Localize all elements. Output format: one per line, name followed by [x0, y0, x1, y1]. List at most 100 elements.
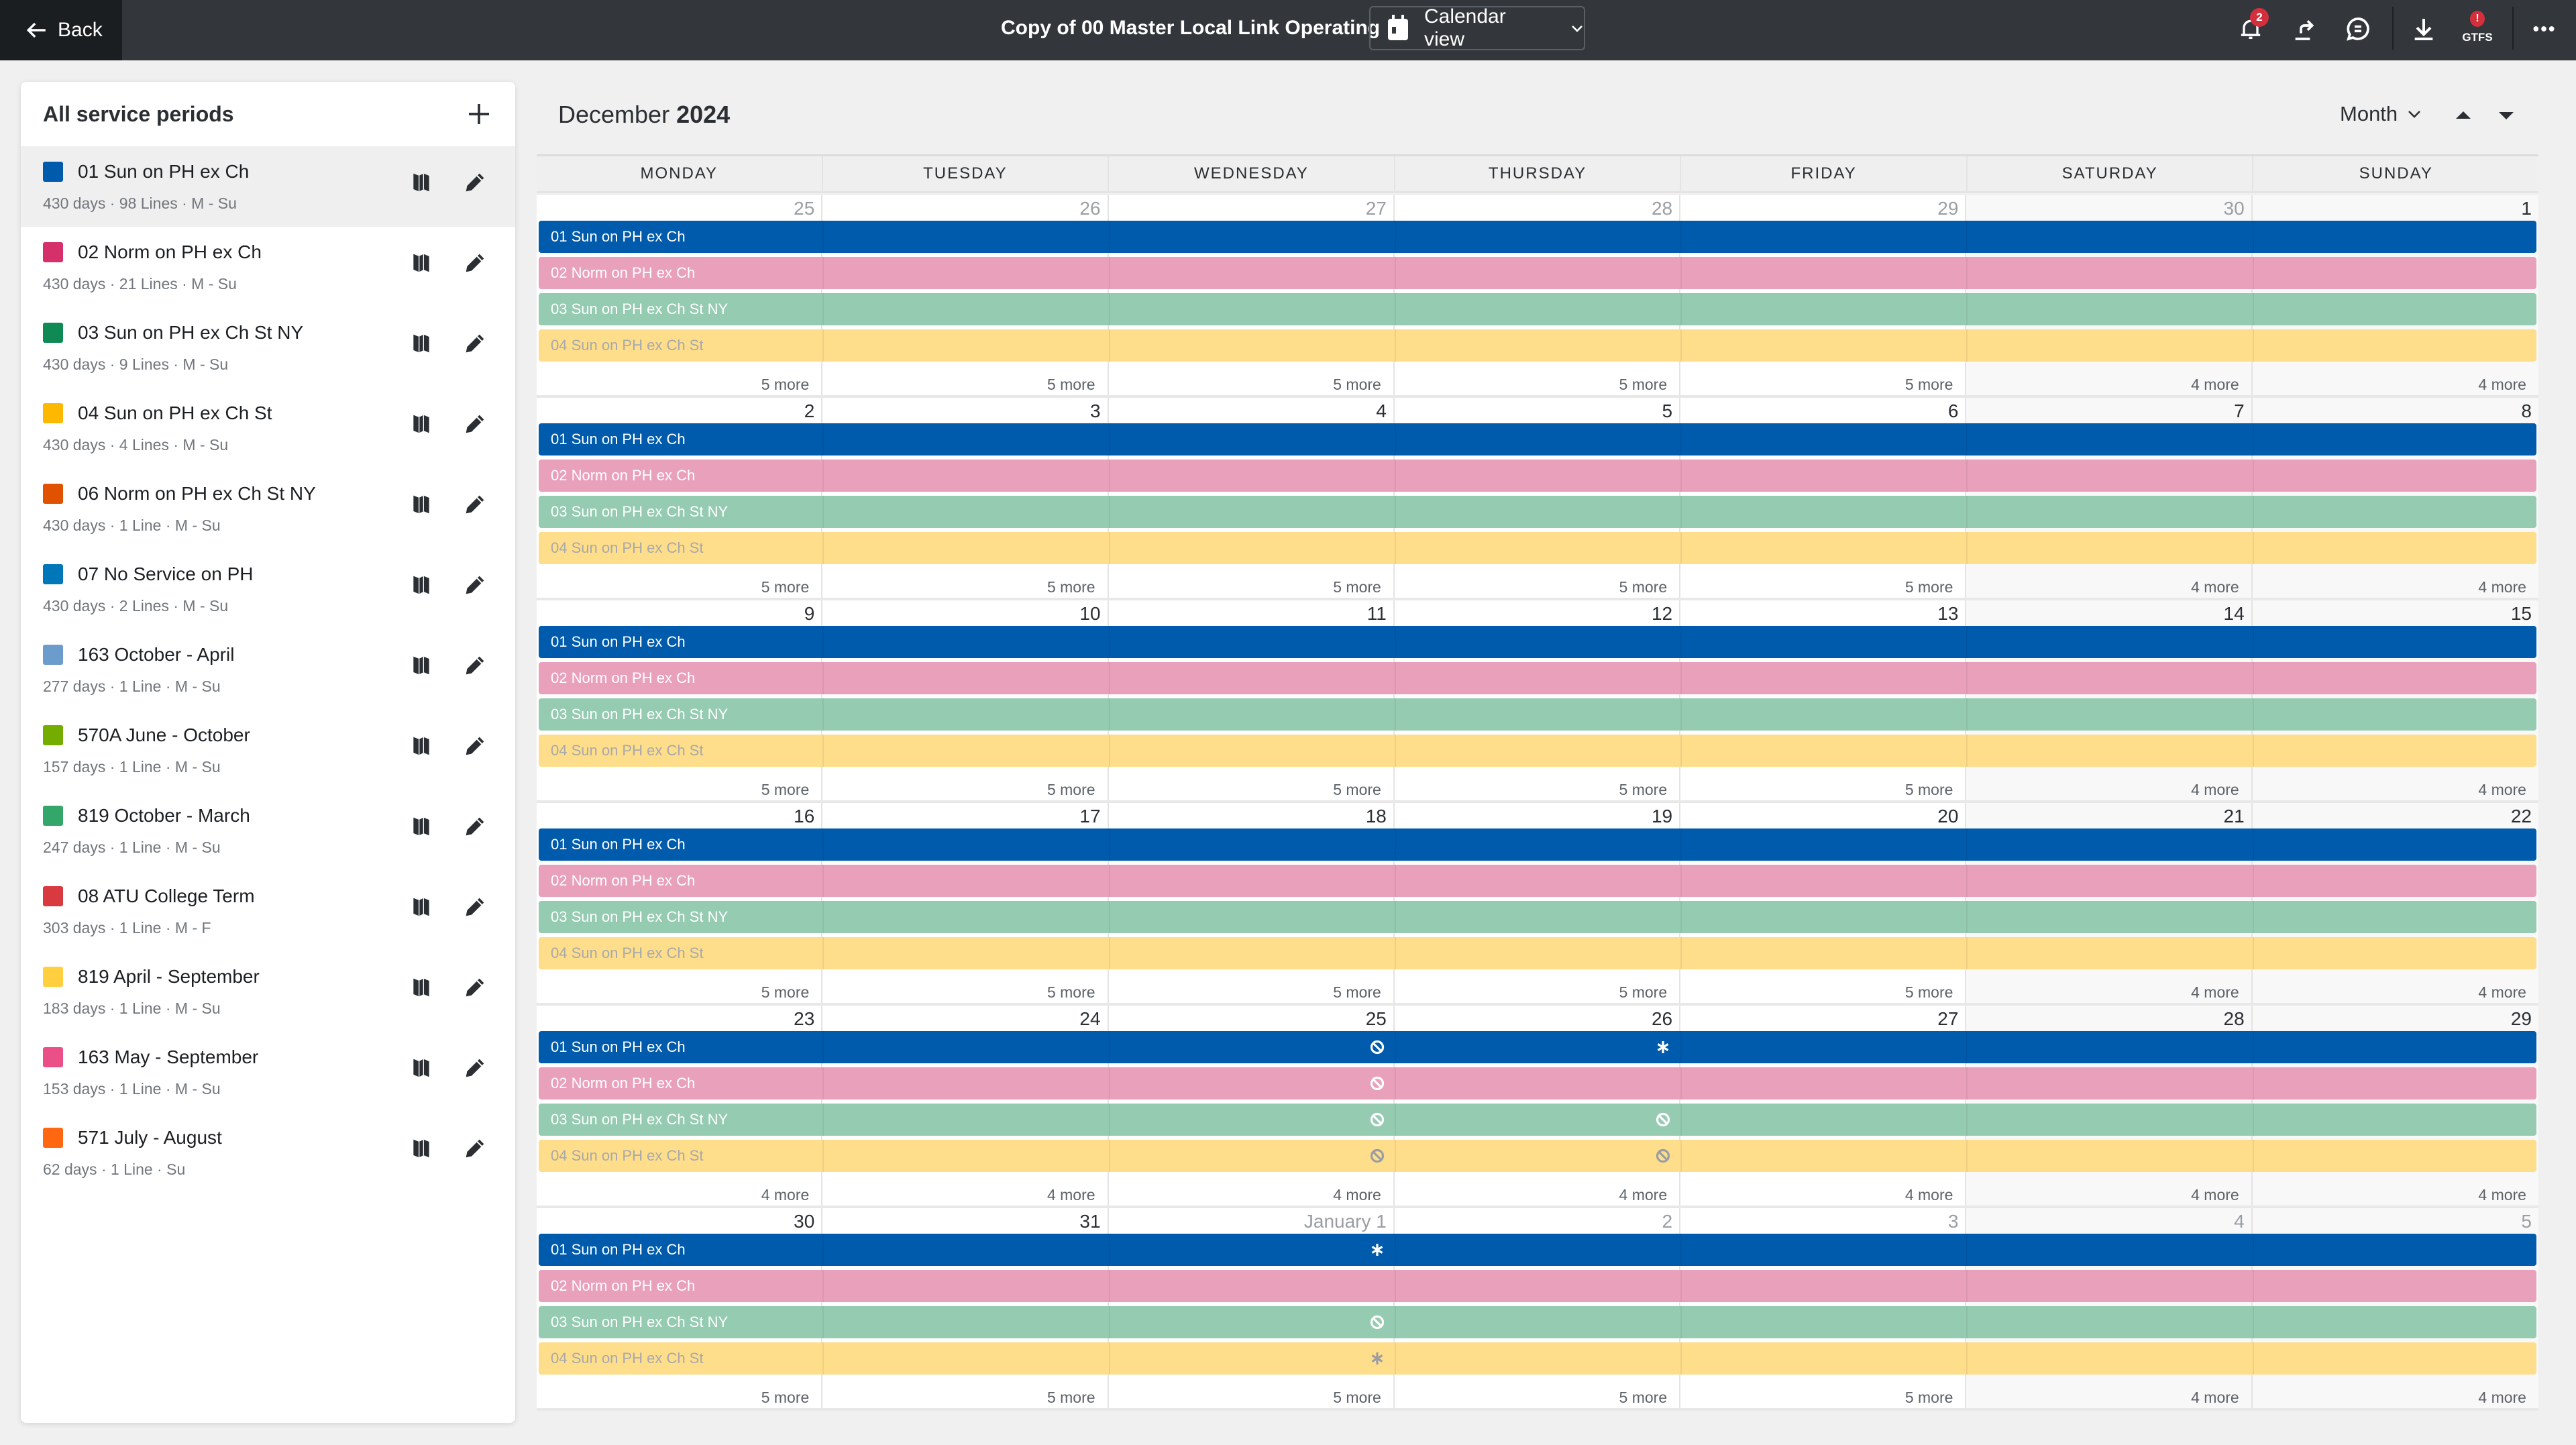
more-link[interactable]: 5 more [1905, 1389, 1953, 1407]
service-period-bar[interactable]: 04 Sun on PH ex Ch St [539, 1140, 2536, 1172]
more-link[interactable]: 5 more [1619, 1389, 1668, 1407]
more-link[interactable]: 5 more [1333, 1389, 1381, 1407]
map-button[interactable] [408, 169, 435, 196]
more-link[interactable]: 4 more [2478, 578, 2526, 596]
map-button[interactable] [408, 1135, 435, 1162]
service-period-bar[interactable]: 02 Norm on PH ex Ch [539, 865, 2536, 897]
more-link[interactable]: 4 more [2191, 376, 2239, 394]
map-button[interactable] [408, 250, 435, 276]
gtfs-button[interactable]: ! GTFS [2461, 11, 2494, 46]
edit-button[interactable] [462, 813, 488, 840]
service-period-bar[interactable]: 02 Norm on PH ex Ch [539, 1067, 2536, 1100]
service-period-bar[interactable]: 01 Sun on PH ex Ch [539, 828, 2536, 861]
service-period-item[interactable]: 02 Norm on PH ex Ch 430 days · 21 Lines … [21, 227, 515, 307]
more-link[interactable]: 5 more [1619, 578, 1668, 596]
more-link[interactable]: 5 more [1905, 983, 1953, 1002]
map-button[interactable] [408, 894, 435, 920]
view-mode-select[interactable]: Month [2340, 102, 2422, 126]
edit-button[interactable] [462, 330, 488, 357]
more-link[interactable]: 5 more [1619, 376, 1668, 394]
more-link[interactable]: 5 more [1905, 781, 1953, 799]
edit-button[interactable] [462, 572, 488, 598]
notifications-button[interactable]: 2 [2234, 8, 2269, 46]
more-options-button[interactable] [2527, 12, 2561, 46]
more-link[interactable]: 4 more [2191, 1389, 2239, 1407]
more-link[interactable]: 5 more [761, 578, 810, 596]
service-period-bar[interactable]: 03 Sun on PH ex Ch St NY [539, 698, 2536, 731]
more-link[interactable]: 4 more [2191, 578, 2239, 596]
more-link[interactable]: 5 more [1333, 781, 1381, 799]
comments-button[interactable] [2341, 12, 2375, 46]
more-link[interactable]: 5 more [761, 1389, 810, 1407]
share-button[interactable] [2288, 12, 2321, 46]
edit-button[interactable] [462, 652, 488, 679]
service-period-item[interactable]: 01 Sun on PH ex Ch 430 days · 98 Lines ·… [21, 146, 515, 227]
service-period-bar[interactable]: 03 Sun on PH ex Ch St NY [539, 901, 2536, 933]
map-button[interactable] [408, 491, 435, 518]
more-link[interactable]: 5 more [1047, 983, 1095, 1002]
more-link[interactable]: 5 more [761, 983, 810, 1002]
more-link[interactable]: 4 more [2478, 376, 2526, 394]
more-link[interactable]: 4 more [1047, 1186, 1095, 1204]
more-link[interactable]: 5 more [761, 781, 810, 799]
more-link[interactable]: 5 more [1047, 376, 1095, 394]
view-selector[interactable]: Calendar view [1369, 5, 1585, 50]
edit-button[interactable] [462, 169, 488, 196]
service-period-item[interactable]: 03 Sun on PH ex Ch St NY 430 days · 9 Li… [21, 307, 515, 388]
more-link[interactable]: 5 more [1333, 376, 1381, 394]
service-period-bar[interactable]: 02 Norm on PH ex Ch [539, 460, 2536, 492]
service-period-bar[interactable]: 04 Sun on PH ex Ch St [539, 329, 2536, 362]
service-period-item[interactable]: 07 No Service on PH 430 days · 2 Lines ·… [21, 549, 515, 629]
service-period-bar[interactable]: 03 Sun on PH ex Ch St NY [539, 496, 2536, 528]
service-period-bar[interactable]: 01 Sun on PH ex Ch [539, 221, 2536, 253]
service-period-item[interactable]: 819 October - March 247 days · 1 Line · … [21, 790, 515, 871]
map-button[interactable] [408, 572, 435, 598]
more-link[interactable]: 4 more [761, 1186, 810, 1204]
more-link[interactable]: 5 more [1333, 578, 1381, 596]
edit-button[interactable] [462, 894, 488, 920]
more-link[interactable]: 5 more [1619, 983, 1668, 1002]
more-link[interactable]: 4 more [2478, 1186, 2526, 1204]
service-period-bar[interactable]: 04 Sun on PH ex Ch St [539, 937, 2536, 969]
service-period-bar[interactable]: 01 Sun on PH ex Ch [539, 626, 2536, 658]
more-link[interactable]: 4 more [2191, 983, 2239, 1002]
more-link[interactable]: 4 more [2191, 1186, 2239, 1204]
service-period-item[interactable]: 819 April - September 183 days · 1 Line … [21, 951, 515, 1032]
more-link[interactable]: 4 more [2478, 1389, 2526, 1407]
more-link[interactable]: 5 more [1047, 781, 1095, 799]
service-period-bar[interactable]: 02 Norm on PH ex Ch [539, 1270, 2536, 1302]
service-period-item[interactable]: 571 July - August 62 days · 1 Line · Su [21, 1112, 515, 1193]
service-period-bar[interactable]: 01 Sun on PH ex Ch [539, 423, 2536, 456]
previous-month-button[interactable] [2453, 107, 2473, 123]
service-period-item[interactable]: 04 Sun on PH ex Ch St 430 days · 4 Lines… [21, 388, 515, 468]
edit-button[interactable] [462, 974, 488, 1001]
more-link[interactable]: 4 more [1619, 1186, 1668, 1204]
edit-button[interactable] [462, 411, 488, 437]
service-period-item[interactable]: 163 May - September 153 days · 1 Line · … [21, 1032, 515, 1112]
map-button[interactable] [408, 813, 435, 840]
more-link[interactable]: 5 more [1619, 781, 1668, 799]
map-button[interactable] [408, 652, 435, 679]
edit-button[interactable] [462, 491, 488, 518]
service-period-item[interactable]: 06 Norm on PH ex Ch St NY 430 days · 1 L… [21, 468, 515, 549]
back-button[interactable]: Back [0, 0, 122, 60]
map-button[interactable] [408, 330, 435, 357]
service-period-bar[interactable]: 02 Norm on PH ex Ch [539, 257, 2536, 289]
more-link[interactable]: 4 more [1905, 1186, 1953, 1204]
map-button[interactable] [408, 974, 435, 1001]
more-link[interactable]: 5 more [1905, 376, 1953, 394]
more-link[interactable]: 5 more [1905, 578, 1953, 596]
more-link[interactable]: 5 more [761, 376, 810, 394]
service-period-item[interactable]: 163 October - April 277 days · 1 Line · … [21, 629, 515, 710]
service-period-bar[interactable]: 03 Sun on PH ex Ch St NY [539, 293, 2536, 325]
more-link[interactable]: 5 more [1333, 983, 1381, 1002]
service-period-bar[interactable]: 02 Norm on PH ex Ch [539, 662, 2536, 694]
service-period-item[interactable]: 08 ATU College Term 303 days · 1 Line · … [21, 871, 515, 951]
map-button[interactable] [408, 1055, 435, 1081]
edit-button[interactable] [462, 1135, 488, 1162]
download-button[interactable] [2407, 12, 2440, 46]
service-period-bar[interactable]: 04 Sun on PH ex Ch St [539, 1342, 2536, 1375]
more-link[interactable]: 5 more [1047, 578, 1095, 596]
more-link[interactable]: 4 more [2191, 781, 2239, 799]
more-link[interactable]: 4 more [1333, 1186, 1381, 1204]
